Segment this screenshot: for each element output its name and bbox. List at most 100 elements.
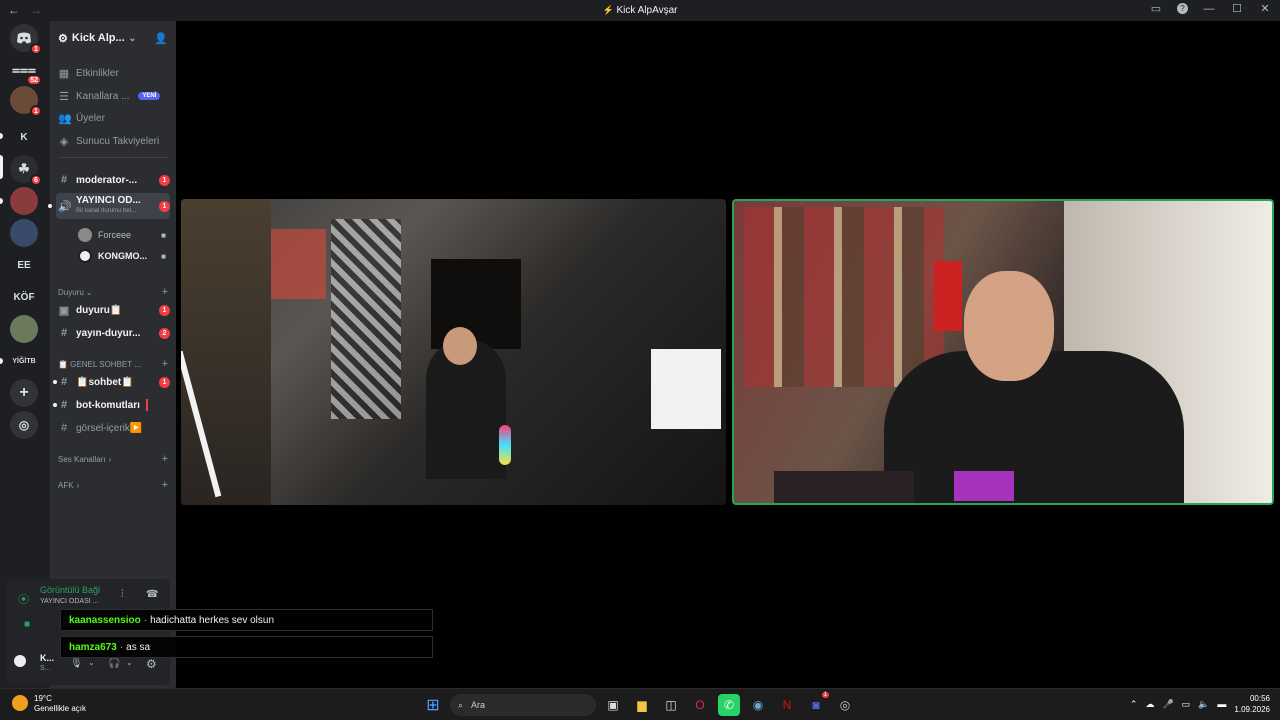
volume-icon[interactable]: 🔈 (1198, 699, 1209, 710)
system-tray: ⌃ ☁ 🎤 ▭ 🔈 ▬ 00:56 1.09.2026 (1130, 693, 1270, 715)
guild-kick-icon[interactable]: ☘ 6 (10, 155, 42, 186)
channel-gorsel-icerik[interactable]: # görsel-içerik▶️ (58, 418, 170, 438)
guild-avatar[interactable]: 1 (10, 86, 42, 117)
clock[interactable]: 00:56 1.09.2026 (1234, 693, 1270, 715)
chevron-down-icon[interactable]: ⌄ (88, 658, 95, 667)
events-link[interactable]: ▦ Etkinlikler (58, 63, 170, 83)
noise-suppression-icon[interactable]: ⫶ (121, 589, 124, 600)
channel-yayin-duyuru[interactable]: # yayın-duyur... 2 (58, 323, 170, 343)
category-ses-kanallari[interactable]: Ses Kanalları › + (58, 453, 168, 465)
weather-icon[interactable] (12, 695, 28, 711)
maximize-button[interactable]: ☐ (1230, 2, 1244, 15)
voice-signal-icon: ⦿ (18, 594, 29, 606)
members-icon: 👥 (58, 112, 72, 125)
camera-button[interactable]: ■ (24, 619, 30, 630)
battery-icon[interactable]: ▬ (1217, 699, 1226, 709)
channel-status: Bir kanal durumu bel... (76, 208, 137, 214)
video-tile-forceee[interactable] (181, 199, 726, 505)
invite-icon[interactable]: 👤 (154, 32, 168, 45)
video-tile-kongmo[interactable] (732, 199, 1274, 505)
channel-sohbet[interactable]: # 📋sohbet📋 1 (53, 372, 170, 392)
chat-username[interactable]: kaanassensioo (69, 615, 141, 626)
whatsapp-icon[interactable]: ✆ (718, 694, 740, 716)
discover-icon[interactable]: ◎ (10, 411, 38, 439)
add-channel-icon[interactable]: + (162, 358, 168, 370)
chevron-down-icon[interactable]: ⌄ (126, 658, 133, 667)
add-channel-icon[interactable]: + (162, 479, 168, 491)
server-icon: ⚙ (58, 32, 68, 45)
mention-badge: 1 (159, 200, 170, 212)
add-channel-icon[interactable]: + (162, 286, 168, 298)
discord-taskbar-icon[interactable]: ◙ 1 (805, 692, 829, 716)
task-view-icon[interactable]: ▣ (602, 694, 624, 716)
guild-icon[interactable]: ⩶ 52 (10, 55, 42, 86)
guild-badge: 1 (30, 105, 42, 117)
category-genel-sohbet[interactable]: 📋 GENEL SOHBET ... + (58, 358, 168, 370)
guild-avatar[interactable] (10, 315, 38, 343)
chat-username[interactable]: hamza673 (69, 642, 117, 653)
guild-badge: 6 (30, 174, 42, 186)
guild-k[interactable]: K (10, 123, 38, 151)
search-box[interactable]: ⌕ Ara (450, 694, 596, 716)
add-server-icon[interactable]: + (10, 379, 38, 407)
steam-icon[interactable]: ◉ (747, 694, 769, 716)
voice-user[interactable]: KONGMO... ■ (78, 247, 166, 265)
mention-badge: 1 (159, 304, 170, 316)
netflix-icon[interactable]: N (776, 694, 798, 716)
voice-channel-name[interactable]: YAYINCI ODASI ... (40, 598, 98, 605)
guild-yigitb[interactable]: YİĞİTB (10, 347, 38, 375)
settings-gear-icon[interactable]: ⚙ (146, 657, 157, 671)
server-boosts-link[interactable]: ◈ Sunucu Takviyeleri (58, 131, 170, 151)
category-duyuru[interactable]: Duyuru ⌄ + (58, 286, 168, 298)
add-channel-icon[interactable]: + (162, 453, 168, 465)
category-afk[interactable]: AFK › + (58, 479, 168, 491)
guild-kof[interactable]: KÖF (10, 283, 38, 311)
avatar[interactable] (12, 653, 28, 669)
channel-duyuru[interactable]: ▣ duyuru📋 1 (58, 300, 170, 320)
guild-badge: 52 (26, 74, 42, 86)
headphones-icon[interactable]: 🎧 (108, 658, 120, 669)
microphone-icon[interactable]: 🎤 (1162, 699, 1173, 710)
inbox-icon[interactable]: ▭ (1149, 2, 1163, 15)
chevron-right-icon: › (76, 480, 80, 490)
discord-home-icon[interactable]: 1 (10, 24, 42, 55)
guild-badge: 1 (30, 43, 42, 55)
opera-icon[interactable]: O (689, 694, 711, 716)
user-panel: ⦿ Görüntülü Bağl YAYINCI ODASI ... ⫶ ☎ ■… (6, 579, 170, 685)
help-icon[interactable]: ? (1177, 3, 1188, 14)
channel-label: görsel-içerik▶️ (76, 422, 143, 434)
members-link[interactable]: 👥 Üyeler (58, 108, 170, 128)
server-header[interactable]: ⚙ Kick Alp... ⌄ 👤 (50, 21, 176, 55)
voice-connection-status[interactable]: Görüntülü Bağl (40, 585, 100, 595)
channel-bot-komutlari[interactable]: # bot-komutları (53, 395, 170, 415)
date: 1.09.2026 (1234, 705, 1270, 714)
avatar (78, 228, 92, 242)
network-icon[interactable]: ▭ (1182, 699, 1191, 710)
guild-avatar[interactable] (10, 187, 38, 215)
store-icon[interactable]: ◫ (660, 694, 682, 716)
windows-start-icon[interactable]: ⊞ (422, 694, 444, 716)
guild-avatar[interactable] (10, 219, 38, 247)
guild-ee[interactable]: EE (10, 251, 38, 279)
chat-text: hadichatta herkes sev olsun (150, 614, 275, 626)
microphone-icon[interactable]: 🎙 (70, 658, 83, 669)
new-badge: YENİ (138, 92, 161, 100)
voice-icon: 🔊 (58, 200, 72, 213)
channel-yayinci-odasi[interactable]: 🔊 YAYINCI OD... Bir kanal durumu bel... … (48, 193, 170, 219)
minimize-button[interactable]: — (1202, 3, 1216, 15)
server-name: Kick Alp... (71, 32, 125, 44)
voice-user[interactable]: Forceee ■ (78, 226, 166, 244)
browse-channels-link[interactable]: ☰ Kanallara ... YENİ (58, 86, 170, 106)
chevron-up-icon[interactable]: ⌃ (1130, 699, 1138, 710)
hash-icon: # (60, 422, 68, 434)
channel-moderator[interactable]: # moderator-... 1 (58, 170, 170, 190)
calendar-icon: ▦ (58, 67, 70, 80)
weather-widget[interactable]: 19°C Genellikle açık (34, 694, 86, 714)
file-explorer-icon[interactable]: ▆ (631, 694, 653, 716)
close-button[interactable]: ✕ (1258, 2, 1272, 15)
disconnect-icon[interactable]: ☎ (146, 589, 158, 600)
time: 00:56 (1249, 694, 1270, 703)
app-icon[interactable]: ◎ (834, 694, 856, 716)
cloud-icon[interactable]: ☁ (1145, 699, 1154, 710)
title-bar: ← → ⚡ Kick AlpAvşar ▭ ? — ☐ ✕ (0, 0, 1280, 21)
